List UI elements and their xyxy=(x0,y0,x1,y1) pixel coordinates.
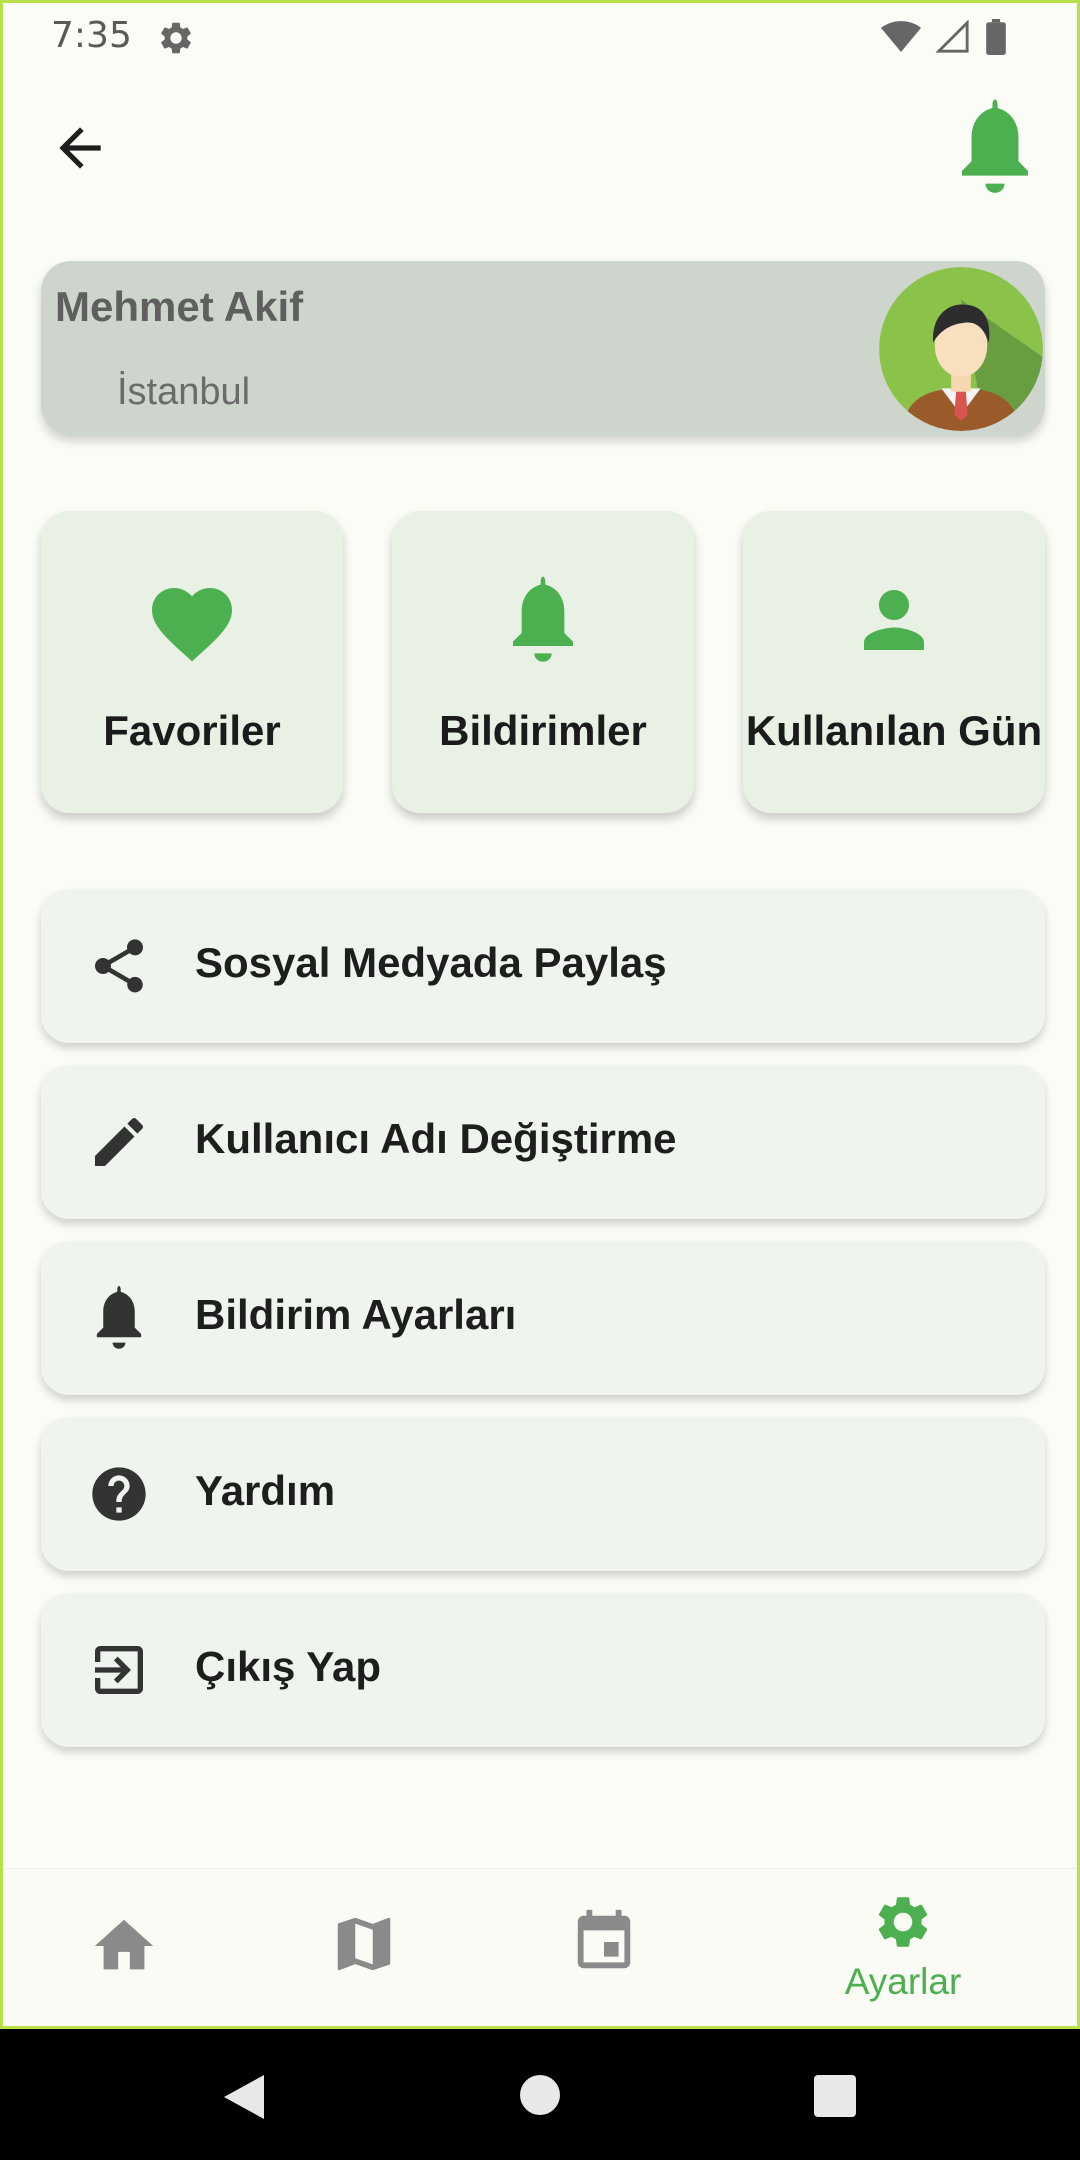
edit-icon xyxy=(95,1117,144,1166)
tile-notifications[interactable]: Bildirimler xyxy=(392,511,694,813)
avatar[interactable] xyxy=(879,267,1043,431)
map-icon[interactable] xyxy=(329,1909,399,1979)
profile-city: İstanbul xyxy=(117,371,251,413)
bell-icon xyxy=(513,576,573,662)
bell-icon xyxy=(96,1286,142,1349)
wifi-icon xyxy=(881,21,921,52)
heart-icon xyxy=(152,588,232,662)
person-icon xyxy=(864,590,924,650)
menu-change-username[interactable]: Kullanıcı Adı Değiştirme xyxy=(41,1065,1045,1219)
system-navigation-bar xyxy=(0,2029,1080,2160)
tile-notifications-label: Bildirimler xyxy=(439,707,647,754)
menu-notification-settings[interactable]: Bildirim Ayarları xyxy=(41,1241,1045,1395)
home-icon[interactable] xyxy=(89,1911,159,1981)
nav-settings[interactable]: Ayarlar xyxy=(841,1891,965,2011)
status-bar: 7:35 xyxy=(3,3,1077,71)
system-back-icon[interactable] xyxy=(222,2073,266,2121)
menu-help-label: Yardım xyxy=(195,1467,336,1514)
back-button[interactable] xyxy=(49,117,111,179)
system-recents-icon[interactable] xyxy=(814,2075,856,2117)
share-icon xyxy=(95,939,143,993)
status-time: 7:35 xyxy=(51,15,132,56)
nav-settings-label: Ayarlar xyxy=(844,1961,962,2002)
settings-icon xyxy=(161,22,191,54)
bottom-navigation: Ayarlar xyxy=(3,1868,1077,2026)
settings-icon xyxy=(878,1897,928,1947)
tile-days-used[interactable]: Kullanılan Gün xyxy=(743,511,1045,813)
status-icons xyxy=(881,19,1007,55)
profile-card[interactable]: Mehmet Akif İstanbul xyxy=(41,261,1045,435)
logout-icon xyxy=(95,1646,143,1694)
tile-favorites-label: Favoriler xyxy=(103,707,281,754)
signal-icon xyxy=(935,20,969,53)
menu-share[interactable]: Sosyal Medyada Paylaş xyxy=(41,889,1045,1043)
notification-bell-button[interactable] xyxy=(951,99,1039,195)
menu-logout-label: Çıkış Yap xyxy=(195,1643,382,1690)
profile-name: Mehmet Akif xyxy=(55,283,304,330)
tile-days-used-label: Kullanılan Gün xyxy=(745,707,1043,754)
tile-favorites[interactable]: Favoriler xyxy=(41,511,343,813)
app-screen: 7:35 Mehmet Akif İstanbul Favoriler Bild… xyxy=(0,0,1080,2029)
system-home-icon[interactable] xyxy=(518,2073,562,2117)
help-icon xyxy=(92,1467,146,1521)
calendar-icon[interactable] xyxy=(569,1907,639,1977)
menu-help[interactable]: Yardım xyxy=(41,1417,1045,1571)
menu-notification-settings-label: Bildirim Ayarları xyxy=(195,1291,517,1338)
menu-logout[interactable]: Çıkış Yap xyxy=(41,1593,1045,1747)
battery-icon xyxy=(986,19,1006,55)
menu-share-label: Sosyal Medyada Paylaş xyxy=(195,939,667,986)
menu-change-username-label: Kullanıcı Adı Değiştirme xyxy=(195,1115,677,1162)
